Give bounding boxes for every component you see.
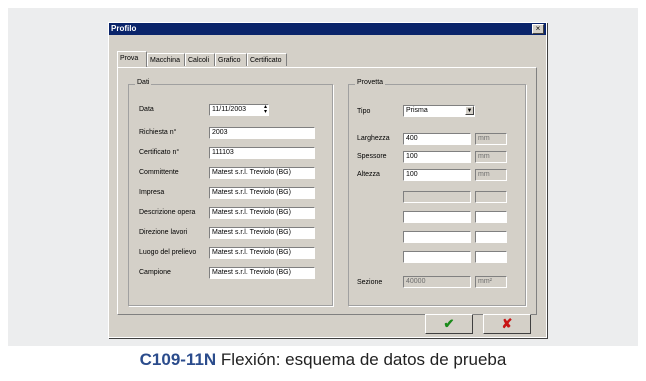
- sezione-unit: mm²: [475, 276, 507, 288]
- luogo-prelievo-label: Luogo del prelievo: [139, 249, 197, 256]
- spessore-unit: mm: [475, 151, 507, 163]
- extra-unit-2[interactable]: [475, 211, 507, 223]
- tab-panel-prova: Dati Data 11/11/2003 ▴ ▾ Richiesta n° 200…: [117, 67, 537, 315]
- descrizione-opera-label: Descrizione opera: [139, 209, 196, 216]
- extra-field-4[interactable]: [403, 251, 471, 263]
- date-spinner[interactable]: ▴ ▾: [261, 104, 270, 115]
- provetta-group: Provetta Tipo Prisma ▼ Larghezza 400 mm …: [348, 79, 526, 306]
- extra-unit-1: [475, 191, 507, 203]
- larghezza-field[interactable]: 400: [403, 133, 471, 145]
- spessore-label: Spessore: [357, 153, 387, 160]
- dati-group-title: Dati: [135, 79, 152, 86]
- profilo-window: Profilo × Prova Macchina Calcoli Grafico…: [108, 22, 547, 338]
- impresa-label: Impresa: [139, 189, 165, 196]
- tab-certificato[interactable]: Certificato: [247, 53, 287, 66]
- certificato-label: Certificato n°: [139, 149, 180, 156]
- extra-field-3[interactable]: [403, 231, 471, 243]
- extra-unit-3[interactable]: [475, 231, 507, 243]
- provetta-group-title: Provetta: [355, 79, 386, 86]
- direzione-lavori-label: Direzione lavori: [139, 229, 188, 236]
- caption-code: C109-11N: [139, 350, 217, 369]
- extra-field-1: [403, 191, 471, 203]
- title-bar: Profilo: [109, 23, 546, 35]
- altezza-label: Altezza: [357, 171, 380, 178]
- ok-button[interactable]: ✔: [425, 314, 473, 334]
- tab-prova[interactable]: Prova: [117, 51, 147, 67]
- screenshot-frame: Profilo × Prova Macchina Calcoli Grafico…: [8, 8, 638, 346]
- extra-unit-4[interactable]: [475, 251, 507, 263]
- direzione-lavori-field[interactable]: Matest s.r.l. Treviolo (BG): [209, 227, 315, 239]
- altezza-field[interactable]: 100: [403, 169, 471, 181]
- campione-field[interactable]: Matest s.r.l. Treviolo (BG): [209, 267, 315, 279]
- sezione-label: Sezione: [357, 279, 383, 286]
- dati-group: Dati Data 11/11/2003 ▴ ▾ Richiesta n° 200…: [128, 79, 333, 306]
- tab-grafico[interactable]: Grafico: [215, 53, 247, 66]
- tab-macchina[interactable]: Macchina: [147, 53, 185, 66]
- committente-field[interactable]: Matest s.r.l. Treviolo (BG): [209, 167, 315, 179]
- tab-calcoli[interactable]: Calcoli: [185, 53, 215, 66]
- close-button[interactable]: ×: [532, 24, 544, 34]
- extra-field-2[interactable]: [403, 211, 471, 223]
- sezione-field: 40000: [403, 276, 471, 288]
- certificato-field[interactable]: 111103: [209, 147, 315, 159]
- cancel-button[interactable]: ✘: [483, 314, 531, 334]
- chevron-down-icon[interactable]: ▼: [465, 106, 474, 115]
- larghezza-unit: mm: [475, 133, 507, 145]
- committente-label: Committente: [139, 169, 179, 176]
- spessore-field[interactable]: 100: [403, 151, 471, 163]
- larghezza-label: Larghezza: [357, 135, 390, 142]
- data-label: Data: [139, 106, 154, 113]
- campione-label: Campione: [139, 269, 171, 276]
- window-title: Profilo: [111, 24, 137, 33]
- figure-caption: C109-11N Flexión: esquema de datos de pr…: [0, 350, 646, 370]
- richiesta-field[interactable]: 2003: [209, 127, 315, 139]
- descrizione-opera-field[interactable]: Matest s.r.l. Treviolo (BG): [209, 207, 315, 219]
- altezza-unit: mm: [475, 169, 507, 181]
- impresa-field[interactable]: Matest s.r.l. Treviolo (BG): [209, 187, 315, 199]
- caption-text: Flexión: esquema de datos de prueba: [216, 350, 507, 369]
- luogo-prelievo-field[interactable]: Matest s.r.l. Treviolo (BG): [209, 247, 315, 259]
- data-field[interactable]: 11/11/2003: [209, 104, 269, 116]
- richiesta-label: Richiesta n°: [139, 129, 177, 136]
- tipo-label: Tipo: [357, 108, 371, 115]
